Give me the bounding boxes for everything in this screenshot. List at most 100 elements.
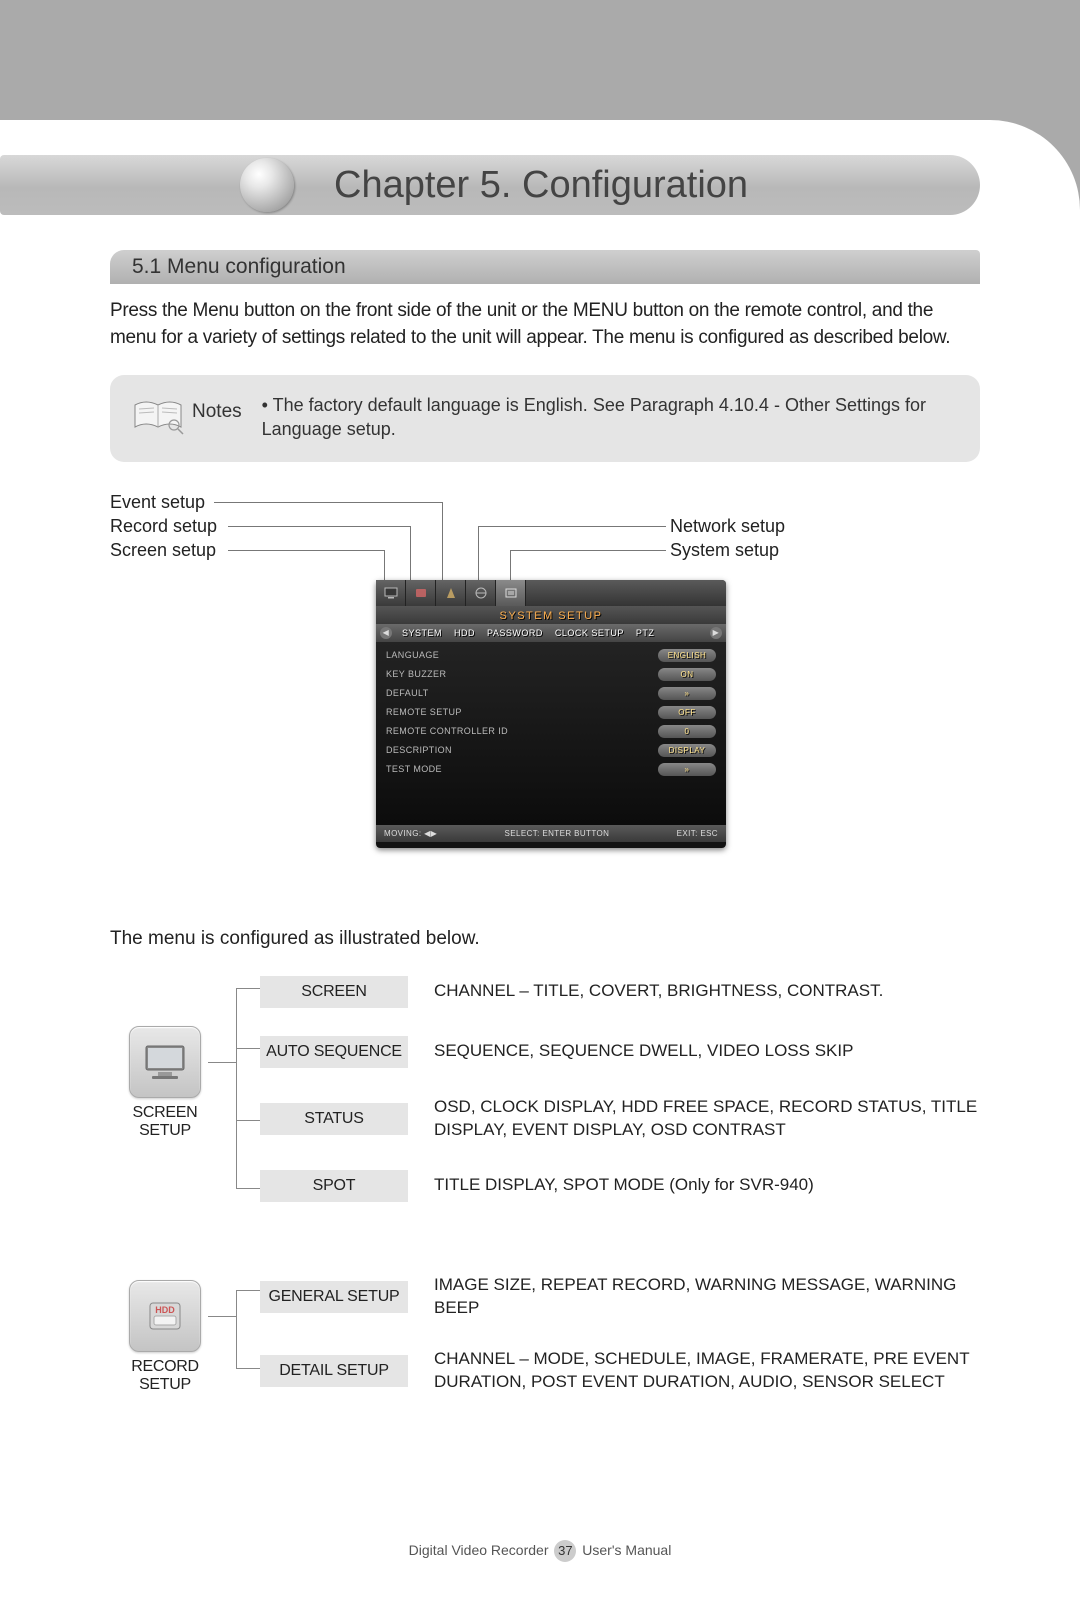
tree-icon-group: HDD RECORD SETUP — [110, 1280, 220, 1394]
callout-line — [410, 526, 411, 584]
hdd-icon: HDD — [129, 1280, 201, 1352]
osd-subtab: PASSWORD — [481, 628, 549, 638]
osd-row: LANGUAGEENGLISH — [386, 646, 716, 665]
osd-row: DESCRIPTIONDISPLAY — [386, 741, 716, 760]
manual-page: Chapter 5. Configuration 5.1 Menu config… — [0, 0, 1080, 1598]
tree-desc: IMAGE SIZE, REPEAT RECORD, WARNING MESSA… — [434, 1274, 980, 1320]
osd-row-label: REMOTE SETUP — [386, 707, 658, 717]
osd-row-label: REMOTE CONTROLLER ID — [386, 726, 658, 736]
osd-panel: SYSTEM SETUP ◀ SYSTEM HDD PASSWORD CLOCK… — [376, 580, 726, 848]
tree-connector — [236, 988, 260, 989]
intro-paragraph: Press the Menu button on the front side … — [110, 298, 980, 351]
tree-row: SCREEN CHANNEL – TITLE, COVERT, BRIGHTNE… — [260, 976, 980, 1008]
osd-footer: MOVING: ◀▶ SELECT: ENTER BUTTON EXIT: ES… — [376, 825, 726, 842]
tree-icon-group: SCREEN SETUP — [110, 1026, 220, 1140]
tree-block-record-setup: HDD RECORD SETUP GENERAL SETUP IMAGE SIZ… — [110, 1274, 980, 1424]
osd-row-value: ON — [658, 668, 716, 681]
callout-line — [510, 550, 511, 584]
osd-footer-exit: EXIT: ESC — [677, 829, 718, 838]
osd-footer-select: SELECT: ENTER BUTTON — [505, 829, 610, 838]
notes-label: Notes — [192, 401, 242, 423]
tree-connector — [236, 988, 237, 1188]
tree-desc: SEQUENCE, SEQUENCE DWELL, VIDEO LOSS SKI… — [434, 1040, 980, 1063]
sphere-decoration — [240, 158, 294, 212]
osd-top-tabs — [376, 580, 726, 606]
osd-tab-screen-icon — [376, 580, 406, 606]
tree-desc: TITLE DISPLAY, SPOT MODE (Only for SVR-9… — [434, 1174, 980, 1197]
notes-text: • The factory default language is Englis… — [262, 393, 960, 442]
osd-row-value: DISPLAY — [658, 744, 716, 757]
osd-subtab: CLOCK SETUP — [549, 628, 630, 638]
tree-connector — [236, 1290, 237, 1368]
tree-connector — [236, 1290, 260, 1291]
osd-row-label: KEY BUZZER — [386, 669, 658, 679]
osd-tab-record-icon — [406, 580, 436, 606]
osd-tab-network-icon — [466, 580, 496, 606]
callout-line — [478, 526, 479, 584]
tree-row: DETAIL SETUP CHANNEL – MODE, SCHEDULE, I… — [260, 1348, 980, 1394]
osd-subtabs: ◀ SYSTEM HDD PASSWORD CLOCK SETUP PTZ ▶ — [376, 624, 726, 642]
chapter-title: Chapter 5. Configuration — [334, 164, 748, 207]
osd-title: SYSTEM SETUP — [376, 606, 726, 624]
tree-desc: CHANNEL – TITLE, COVERT, BRIGHTNESS, CON… — [434, 980, 980, 1003]
osd-arrow-left-icon: ◀ — [380, 627, 392, 639]
callout-label: Screen setup — [110, 540, 216, 561]
tree-row: AUTO SEQUENCE SEQUENCE, SEQUENCE DWELL, … — [260, 1036, 980, 1068]
osd-arrow-right-icon: ▶ — [710, 627, 722, 639]
tree-connector — [208, 1062, 236, 1063]
callout-line — [510, 550, 666, 551]
osd-subtab: HDD — [448, 628, 481, 638]
osd-row: REMOTE CONTROLLER ID0 — [386, 722, 716, 741]
osd-row-value: ENGLISH — [658, 649, 716, 662]
notes-box: Notes • The factory default language is … — [110, 375, 980, 462]
osd-diagram: Event setup Record setup Screen setup Ne… — [110, 492, 980, 922]
tree-chip: AUTO SEQUENCE — [260, 1036, 408, 1068]
osd-row: TEST MODE» — [386, 760, 716, 779]
menu-tree: SCREEN SETUP SCREEN CHANNEL – TITLE, COV… — [110, 976, 980, 1424]
osd-tab-event-icon — [436, 580, 466, 606]
osd-row-value: OFF — [658, 706, 716, 719]
osd-row-label: TEST MODE — [386, 764, 658, 774]
osd-row-label: LANGUAGE — [386, 650, 658, 660]
tree-block-screen-setup: SCREEN SETUP SCREEN CHANNEL – TITLE, COV… — [110, 976, 980, 1226]
osd-footer-moving: MOVING: ◀▶ — [384, 829, 437, 838]
tree-rows: GENERAL SETUP IMAGE SIZE, REPEAT RECORD,… — [260, 1274, 980, 1394]
tree-caption: RECORD SETUP — [110, 1358, 220, 1394]
callout-line — [228, 526, 410, 527]
callout-line — [442, 502, 443, 584]
tree-connector — [236, 1368, 260, 1369]
page-number: 37 — [554, 1540, 576, 1562]
osd-tab-system-icon — [496, 580, 526, 606]
osd-row-label: DEFAULT — [386, 688, 658, 698]
osd-settings-list: LANGUAGEENGLISH KEY BUZZERON DEFAULT» RE… — [376, 642, 726, 825]
osd-row: KEY BUZZERON — [386, 665, 716, 684]
content-area: 5.1 Menu configuration Press the Menu bu… — [110, 250, 980, 1472]
tree-chip: GENERAL SETUP — [260, 1281, 408, 1313]
footer-prefix: Digital Video Recorder — [409, 1542, 549, 1558]
tree-chip: SCREEN — [260, 976, 408, 1008]
osd-row: DEFAULT» — [386, 684, 716, 703]
tree-row: SPOT TITLE DISPLAY, SPOT MODE (Only for … — [260, 1170, 980, 1202]
callout-label: System setup — [670, 540, 779, 561]
tree-connector — [236, 1120, 260, 1121]
chapter-heading-bar: Chapter 5. Configuration — [0, 155, 980, 215]
section-heading: 5.1 Menu configuration — [110, 250, 980, 284]
tree-connector — [208, 1316, 236, 1317]
tree-chip: STATUS — [260, 1103, 408, 1135]
osd-row-label: DESCRIPTION — [386, 745, 658, 755]
osd-row-value: » — [658, 763, 716, 776]
callout-line — [228, 550, 384, 551]
callout-label: Record setup — [110, 516, 217, 537]
callout-line — [214, 502, 442, 503]
monitor-icon — [129, 1026, 201, 1098]
tree-connector — [236, 1188, 260, 1189]
tree-desc: OSD, CLOCK DISPLAY, HDD FREE SPACE, RECO… — [434, 1096, 980, 1142]
osd-subtab: SYSTEM — [396, 628, 448, 638]
tree-chip: DETAIL SETUP — [260, 1355, 408, 1387]
callout-label: Network setup — [670, 516, 785, 537]
osd-subtab: PTZ — [630, 628, 661, 638]
tree-row: STATUS OSD, CLOCK DISPLAY, HDD FREE SPAC… — [260, 1096, 980, 1142]
tree-chip: SPOT — [260, 1170, 408, 1202]
page-footer: Digital Video Recorder 37 User's Manual — [0, 1540, 1080, 1562]
book-icon — [130, 395, 186, 435]
